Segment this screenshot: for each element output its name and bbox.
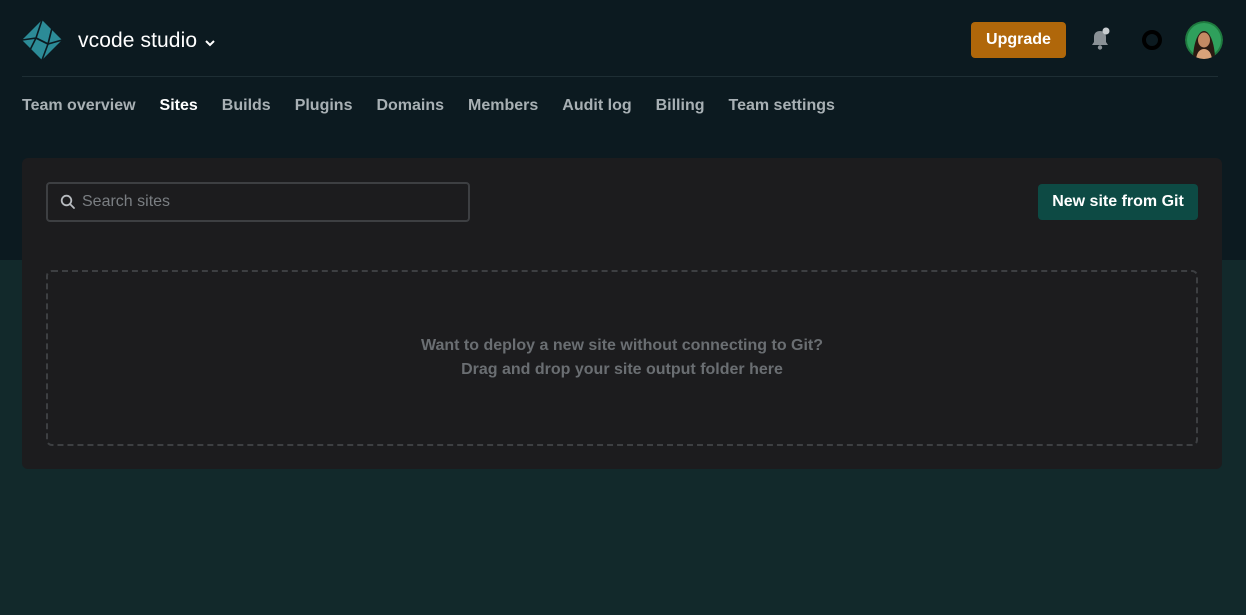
team-nav: Team overview Sites Builds Plugins Domai… <box>22 96 835 116</box>
nav-billing[interactable]: Billing <box>656 96 705 116</box>
nav-team-overview[interactable]: Team overview <box>22 96 136 116</box>
nav-members[interactable]: Members <box>468 96 538 116</box>
bell-icon[interactable] <box>1087 26 1113 52</box>
ring-icon[interactable] <box>1141 29 1163 51</box>
new-site-from-git-button[interactable]: New site from Git <box>1038 184 1198 220</box>
chevron-down-icon <box>205 39 215 46</box>
search-box[interactable] <box>46 182 470 222</box>
dropzone-instruction: Drag and drop your site output folder he… <box>461 361 783 378</box>
netlify-logo-icon[interactable] <box>22 20 62 60</box>
dropzone-prompt: Want to deploy a new site without connec… <box>420 337 824 354</box>
search-icon <box>60 194 75 209</box>
header-divider <box>22 76 1218 77</box>
avatar-image <box>1185 21 1223 59</box>
avatar[interactable] <box>1185 21 1223 59</box>
search-input[interactable] <box>82 187 462 217</box>
header: vcode studio Upgrade <box>0 0 1246 78</box>
team-name: vcode studio <box>78 29 198 52</box>
nav-plugins[interactable]: Plugins <box>295 96 353 116</box>
nav-audit-log[interactable]: Audit log <box>562 96 631 116</box>
team-switcher[interactable]: vcode studio <box>78 29 215 53</box>
drop-zone[interactable]: Want to deploy a new site without connec… <box>46 270 1198 446</box>
nav-sites[interactable]: Sites <box>160 96 198 116</box>
nav-domains[interactable]: Domains <box>376 96 444 116</box>
nav-builds[interactable]: Builds <box>222 96 271 116</box>
nav-team-settings[interactable]: Team settings <box>729 96 835 116</box>
sites-panel: New site from Git Want to deploy a new s… <box>22 158 1222 469</box>
upgrade-button[interactable]: Upgrade <box>971 22 1066 58</box>
